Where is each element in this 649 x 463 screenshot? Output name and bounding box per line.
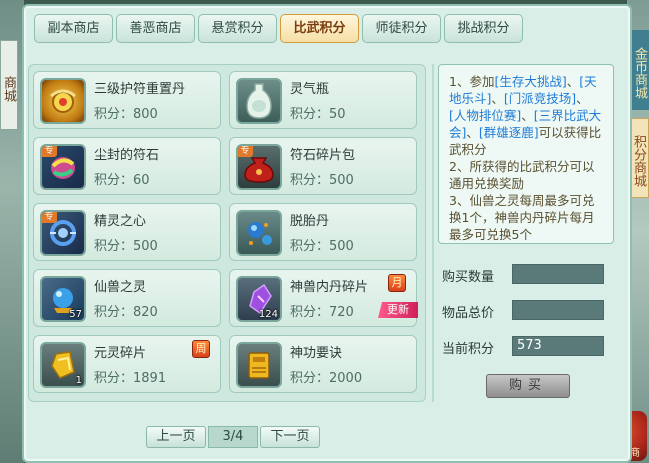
rule-text: 3、仙兽之灵每周最多可兑换1个，神兽内丹碎片每月最多可兑换5个	[449, 193, 595, 242]
prev-page-button[interactable]: 上一页	[146, 426, 206, 448]
item-price: 积分：50	[290, 107, 346, 122]
item-count: 124	[258, 309, 278, 320]
item-name: 脱胎丹	[290, 214, 330, 229]
total-row: 物品总价	[440, 298, 614, 334]
tab-challenge-points[interactable]: 挑战积分	[444, 14, 523, 43]
shop-item[interactable]: 专 尘封的符石 积分：60	[33, 137, 221, 195]
exclusive-badge: 专	[42, 212, 57, 223]
buy-button[interactable]: 购买	[486, 374, 570, 398]
tab-karma-shop[interactable]: 善恶商店	[116, 14, 195, 43]
rule-text: 2、所获得的比武积分可以通用兑换奖励	[449, 159, 595, 191]
item-count: 57	[69, 309, 82, 320]
white-vase-icon	[236, 78, 282, 124]
blue-orb-ring-icon	[236, 210, 282, 256]
rule-separator: 、	[566, 74, 580, 89]
tab-mentor-points[interactable]: 师徒积分	[362, 14, 441, 43]
purchase-form: 购买数量 物品总价 当前积分 573	[440, 262, 614, 370]
quantity-row: 购买数量	[440, 262, 614, 298]
side-tab-mall[interactable]: 商城	[0, 40, 18, 130]
link-heroes-contest[interactable]: [群雄逐鹿]	[479, 125, 539, 140]
page-indicator: 3/4	[208, 426, 258, 448]
item-name: 灵气瓶	[290, 82, 330, 97]
item-price: 积分：1891	[94, 371, 167, 386]
crystal-ball-icon: 57	[40, 276, 86, 322]
item-name: 神兽内丹碎片	[290, 280, 369, 295]
side-tab-gold-mall[interactable]: 金币商城	[629, 30, 649, 110]
purple-crystal-shard-icon: 124	[236, 276, 282, 322]
rule-separator: 、	[521, 108, 534, 123]
rule-separator: 、	[466, 125, 479, 140]
points-shop-panel: 副本商店 善恶商店 悬赏积分 比武积分 师徒积分 挑战积分 三级护符重置丹 积分…	[22, 4, 632, 463]
link-survival-challenge[interactable]: [生存大挑战]	[494, 74, 566, 89]
total-price-value	[512, 300, 604, 320]
item-name: 尘封的符石	[94, 148, 160, 163]
shop-item[interactable]: 专 精灵之心 积分：500	[33, 203, 221, 261]
link-sect-arena[interactable]: [门派竞技场]	[504, 91, 576, 106]
shop-item[interactable]: 57 仙兽之灵 积分：820	[33, 269, 221, 327]
points-label: 当前积分	[442, 342, 495, 357]
tab-bounty-points[interactable]: 悬赏积分	[198, 14, 277, 43]
shop-item[interactable]: 1 元灵碎片 积分：1891 周	[33, 335, 221, 393]
item-price: 积分：820	[94, 305, 158, 320]
shop-item[interactable]: 专 符石碎片包 积分：500	[229, 137, 417, 195]
total-label: 物品总价	[442, 306, 495, 321]
new-badge: 更新	[378, 302, 418, 318]
item-name: 仙兽之灵	[94, 280, 147, 295]
blue-swirl-heart-icon: 专	[40, 210, 86, 256]
current-points-value: 573	[512, 336, 604, 356]
item-name: 精灵之心	[94, 214, 147, 229]
rule-separator: 、	[491, 91, 504, 106]
pagination: 上一页 3/4 下一页	[146, 426, 320, 448]
gold-shard-icon: 1	[40, 342, 86, 388]
exclusive-badge: 专	[42, 146, 57, 157]
golden-book-icon	[236, 342, 282, 388]
shop-tabs: 副本商店 善恶商店 悬赏积分 比武积分 师徒积分 挑战积分	[34, 14, 523, 43]
rainbow-stone-icon: 专	[40, 144, 86, 190]
item-name: 符石碎片包	[290, 148, 356, 163]
tab-dungeon-shop[interactable]: 副本商店	[34, 14, 113, 43]
quantity-input[interactable]	[512, 264, 604, 284]
item-name: 三级护符重置丹	[94, 82, 186, 97]
panel-divider	[432, 64, 434, 402]
item-name: 神功要诀	[290, 346, 343, 361]
quantity-label: 购买数量	[442, 270, 495, 285]
item-grid: 三级护符重置丹 积分：800 灵气瓶 积分：50 专 尘封的符石 积分：60 专…	[28, 64, 426, 402]
exclusive-badge: 专	[238, 146, 253, 157]
item-price: 积分：500	[290, 173, 354, 188]
next-page-button[interactable]: 下一页	[260, 426, 320, 448]
item-price: 积分：500	[290, 239, 354, 254]
red-pouch-icon: 专	[236, 144, 282, 190]
item-price: 积分：2000	[290, 371, 363, 386]
shop-item[interactable]: 脱胎丹 积分：500	[229, 203, 417, 261]
item-count: 1	[75, 375, 82, 386]
link-ranking-match[interactable]: [人物排位赛]	[449, 108, 521, 123]
side-tab-points-mall[interactable]: 积分商城	[629, 118, 649, 198]
item-name: 元灵碎片	[94, 346, 147, 361]
weekly-limit-badge: 周	[192, 340, 210, 358]
monthly-limit-badge: 月	[388, 274, 406, 292]
shop-item[interactable]: 神功要诀 积分：2000	[229, 335, 417, 393]
item-price: 积分：60	[94, 173, 150, 188]
shop-item[interactable]: 124 神兽内丹碎片 积分：720 月 更新	[229, 269, 418, 327]
item-price: 积分：800	[94, 107, 158, 122]
item-price: 积分：500	[94, 239, 158, 254]
rule-text: 1、参加	[449, 74, 495, 89]
shop-item[interactable]: 三级护符重置丹 积分：800	[33, 71, 221, 129]
shop-item[interactable]: 灵气瓶 积分：50	[229, 71, 417, 129]
rules-description: 1、参加[生存大挑战]、[天地乐斗]、[门派竞技场]、[人物排位赛]、[三界比武…	[438, 64, 614, 244]
points-row: 当前积分 573	[440, 334, 614, 370]
golden-lotus-pill-icon	[40, 78, 86, 124]
rule-separator: 、	[576, 91, 589, 106]
item-price: 积分：720	[290, 305, 354, 320]
tab-duel-points[interactable]: 比武积分	[280, 14, 359, 43]
